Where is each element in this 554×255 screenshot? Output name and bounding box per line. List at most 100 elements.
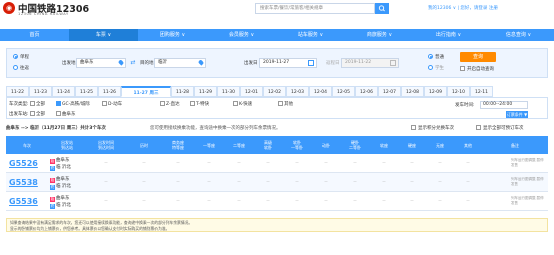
nav-station[interactable]: 站车服务 ∨ <box>276 29 345 41</box>
station-qufudong-label: 曲阜东 <box>62 112 76 117</box>
type-d-checkbox[interactable] <box>102 101 107 106</box>
date-tab[interactable]: 12-02 <box>263 86 286 97</box>
date-tab[interactable]: 11-30 <box>217 86 240 97</box>
col-no-seat: 无座 <box>436 142 444 148</box>
query-button[interactable]: 查询 <box>460 52 496 62</box>
seat-cell: -- <box>438 161 442 166</box>
date-tab[interactable]: 12-10 <box>447 86 470 97</box>
from-station-name: 曲阜东 <box>56 196 70 201</box>
date-tab[interactable]: 12-03 <box>286 86 309 97</box>
seat-cell: -- <box>176 180 180 185</box>
end-station-icon: 终 <box>50 166 55 171</box>
date-tabs: 11-22 11-23 11-24 11-25 11-26 11-27 周三 1… <box>6 86 548 97</box>
type-t-checkbox[interactable] <box>190 101 195 106</box>
seat-cell: -- <box>466 199 470 204</box>
student-ticket-label: 学生 <box>435 66 444 71</box>
col-train[interactable]: 车次 <box>6 136 48 154</box>
type-gc-checkbox[interactable] <box>56 101 61 106</box>
date-tab[interactable]: 11-22 <box>6 86 29 97</box>
notice-line-2: 显示的卧铺票价均为上铺票价，供您参考。具体票价以您确认支付时实际购买的铺别票价为… <box>10 225 170 231</box>
date-tab[interactable]: 11-29 <box>194 86 217 97</box>
col-times[interactable]: 出发时间 到达时间 <box>86 136 126 154</box>
col-business: 商务座 特等座 <box>172 140 184 150</box>
date-tab[interactable]: 12-06 <box>355 86 378 97</box>
from-station: 始曲阜东 <box>50 176 70 183</box>
auto-query-checkbox[interactable] <box>460 66 465 71</box>
date-tab[interactable]: 12-08 <box>401 86 424 97</box>
train-number-link[interactable]: G5538 <box>9 178 38 187</box>
from-label: 出发地 <box>62 61 76 66</box>
station-qufudong-checkbox[interactable] <box>56 111 61 116</box>
transfer-tip[interactable]: 您可使用接续换乘功能，查询途中换乘一次的部分列车余票情况。 <box>150 125 281 131</box>
seat-cell: -- <box>353 180 357 185</box>
railway-logo-icon[interactable]: ◉ <box>3 2 15 14</box>
date-tab[interactable]: 12-05 <box>332 86 355 97</box>
col-hard-sleeper: 硬卧 二等卧 <box>349 140 361 150</box>
main-nav: 首页 车票 ∨ 团购服务 ∨ 会员服务 ∨ 站车服务 ∨ 商旅服务 ∨ 出行指南… <box>0 29 554 41</box>
date-tab[interactable]: 11-28 <box>171 86 194 97</box>
type-z-checkbox[interactable] <box>160 101 165 106</box>
seat-cell: -- <box>266 199 270 204</box>
type-other-checkbox[interactable] <box>278 101 283 106</box>
nav-member[interactable]: 会员服务 ∨ <box>207 29 276 41</box>
account-links[interactable]: 我的12306 ∨ | 您好，请登录 注册 <box>428 5 498 11</box>
nav-info[interactable]: 信息查询 ∨ <box>483 29 554 41</box>
date-tab[interactable]: 11-23 <box>29 86 52 97</box>
nav-tickets[interactable]: 车票 ∨ <box>69 29 138 41</box>
nav-guide[interactable]: 出行指南 ∨ <box>414 29 483 41</box>
return-date-label: 返程日 <box>326 61 340 66</box>
seat-cell: -- <box>438 199 442 204</box>
date-tab[interactable]: 12-01 <box>240 86 263 97</box>
train-number-link[interactable]: G5536 <box>9 197 38 206</box>
seat-cell: -- <box>237 199 241 204</box>
type-z-label: Z-直达 <box>166 102 180 107</box>
end-station-icon: 终 <box>50 185 55 190</box>
depart-time-label: 发车时间: <box>455 103 475 108</box>
row-note: 列车运行图调整,暂停发售 <box>511 158 544 167</box>
depart-calendar-icon[interactable] <box>308 60 314 66</box>
normal-ticket-radio[interactable] <box>428 54 433 59</box>
show-all-label: 显示全部可预订车次 <box>483 126 524 131</box>
col-stations[interactable]: 出发站 到达站 <box>48 136 86 154</box>
date-tab[interactable]: 11-25 <box>75 86 98 97</box>
booking-conditions-button[interactable]: 订票条件 ▼ <box>506 111 528 118</box>
station-all-checkbox[interactable] <box>30 111 35 116</box>
col-duration[interactable]: 历时 <box>126 136 162 154</box>
train-number-link[interactable]: G5526 <box>9 159 38 168</box>
nav-business[interactable]: 商旅服务 ∨ <box>345 29 414 41</box>
seat-cell: -- <box>295 180 299 185</box>
oneway-radio[interactable] <box>13 54 18 59</box>
type-all-checkbox[interactable] <box>30 101 35 106</box>
from-station-name: 曲阜东 <box>56 177 70 182</box>
nav-group[interactable]: 团购服务 ∨ <box>138 29 207 41</box>
times-cell: -- <box>104 180 108 185</box>
date-tab[interactable]: 12-07 <box>378 86 401 97</box>
col-second: 二等座 <box>233 142 245 148</box>
search-icon <box>378 5 385 12</box>
swap-stations-icon[interactable]: ⇄ <box>129 59 137 67</box>
return-radio[interactable] <box>13 65 18 70</box>
row-note: 列车运行图调整,暂停发售 <box>511 196 544 205</box>
nav-home[interactable]: 首页 <box>0 29 69 41</box>
show-points-checkbox[interactable] <box>411 125 416 130</box>
type-all-label: 全部 <box>36 102 45 107</box>
date-tab[interactable]: 12-04 <box>309 86 332 97</box>
seat-cell: -- <box>324 199 328 204</box>
seat-cell: -- <box>410 161 414 166</box>
return-calendar-icon[interactable] <box>390 60 396 66</box>
student-ticket-radio[interactable] <box>428 65 433 70</box>
type-k-checkbox[interactable] <box>233 101 238 106</box>
date-tab[interactable]: 11-24 <box>52 86 75 97</box>
date-tab-selected[interactable]: 11-27 周三 <box>121 86 171 97</box>
date-tab[interactable]: 11-26 <box>98 86 121 97</box>
seat-cell: -- <box>353 199 357 204</box>
show-all-checkbox[interactable] <box>476 125 481 130</box>
date-tab[interactable]: 12-11 <box>470 86 493 97</box>
site-search-input[interactable]: 搜索车票/餐饮/常旅客/相关规章 <box>255 3 375 14</box>
type-other-label: 其他 <box>284 102 293 107</box>
date-tab[interactable]: 12-09 <box>424 86 447 97</box>
train-type-label: 车次类型: <box>9 102 29 107</box>
search-button[interactable] <box>375 3 389 14</box>
from-station: 始曲阜东 <box>50 157 70 164</box>
depart-time-select[interactable]: 00:00--24:00 <box>480 101 528 109</box>
